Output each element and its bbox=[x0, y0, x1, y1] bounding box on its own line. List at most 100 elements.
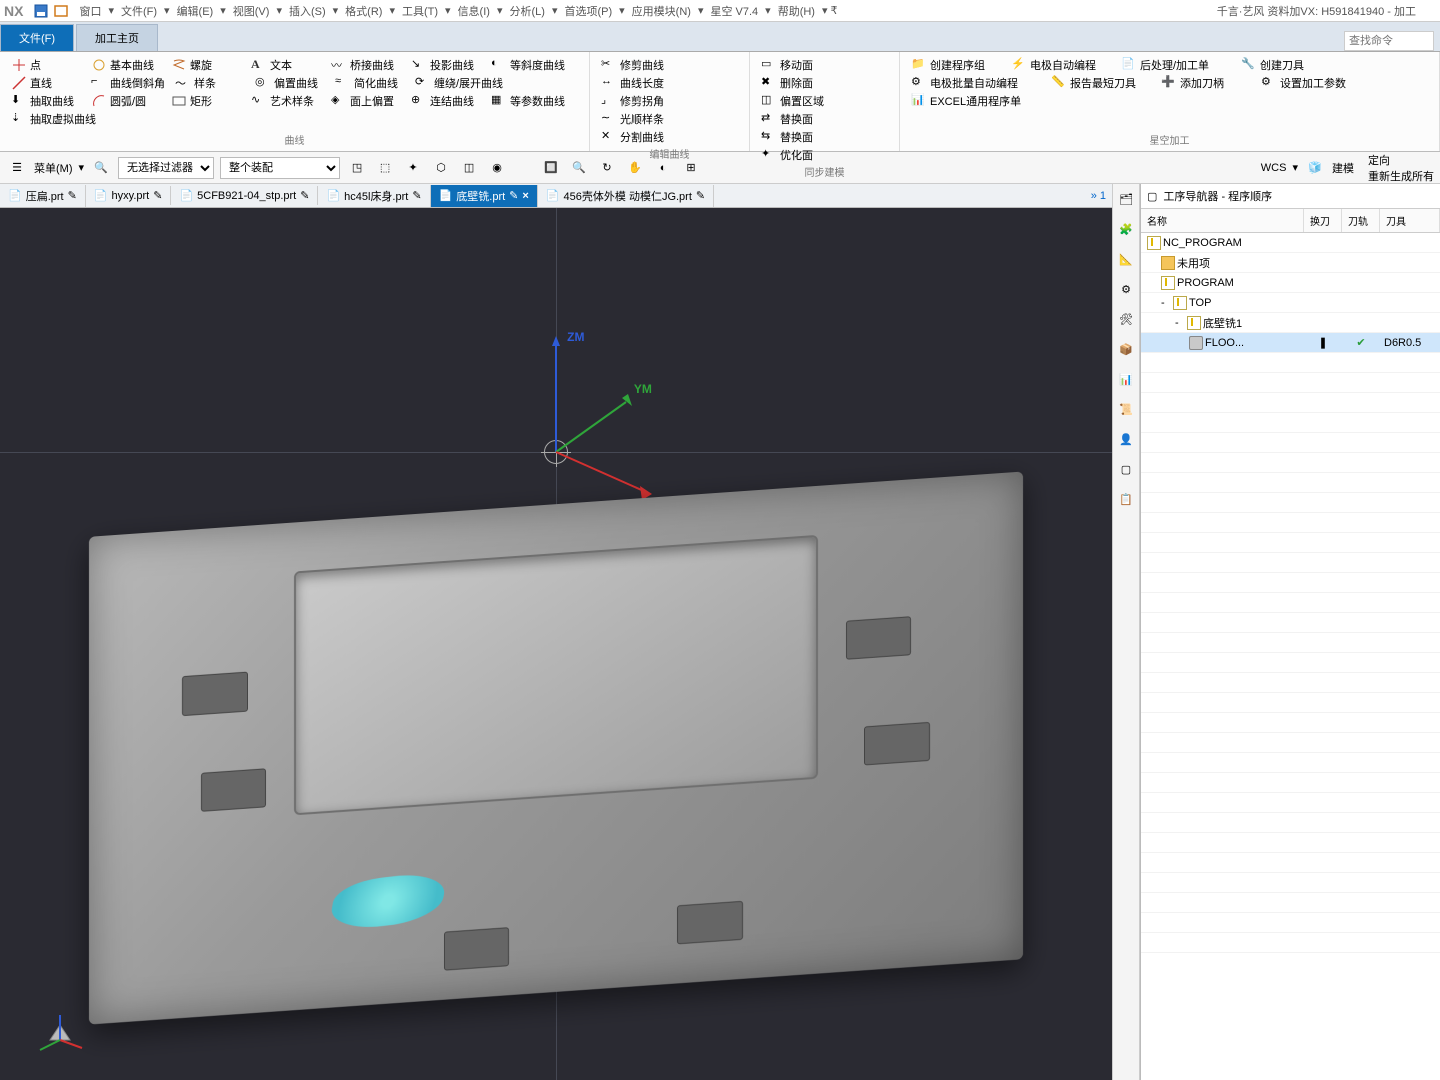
cmd-smooth[interactable]: ∼光顺样条 bbox=[601, 111, 671, 127]
cmd-set-params[interactable]: ⚙设置加工参数 bbox=[1261, 75, 1361, 91]
menu-info[interactable]: 信息(I) bbox=[456, 3, 492, 19]
tree-row[interactable]: NC_PROGRAM bbox=[1141, 233, 1440, 253]
doctab-5[interactable]: 📄456壳体外模 动模仁JG.prt✎ bbox=[538, 185, 714, 207]
menu-edit[interactable]: 编辑(E) bbox=[175, 3, 216, 19]
assembly-scope[interactable]: 整个装配 bbox=[220, 157, 340, 179]
cmd-project[interactable]: ↘投影曲线 bbox=[411, 57, 481, 73]
cmd-create-tool[interactable]: 🔧创建刀具 bbox=[1241, 57, 1331, 73]
col-name[interactable]: 名称 bbox=[1141, 209, 1304, 232]
menu-view[interactable]: 视图(V) bbox=[231, 3, 272, 19]
selection-filter[interactable]: 无选择过滤器 bbox=[118, 157, 214, 179]
build-label[interactable]: 建模 bbox=[1332, 160, 1354, 176]
cmd-excel[interactable]: 📊EXCEL通用程序单 bbox=[911, 93, 1041, 109]
rb-empty[interactable]: ▢ bbox=[1115, 458, 1137, 480]
menu-analysis[interactable]: 分析(L) bbox=[507, 3, 546, 19]
cmd-isoparm[interactable]: ▦等参数曲线 bbox=[491, 93, 565, 109]
doctab-overflow[interactable]: » 1 bbox=[1085, 190, 1112, 202]
view-pan[interactable]: ✋ bbox=[624, 157, 646, 179]
menu-file[interactable]: 文件(F) bbox=[119, 3, 159, 19]
menu-tools[interactable]: 工具(T) bbox=[400, 3, 440, 19]
cmd-divide[interactable]: ✕分割曲线 bbox=[601, 129, 671, 145]
cmd-move-face[interactable]: ▭移动面 bbox=[761, 57, 831, 73]
rb-roles[interactable]: 👤 bbox=[1115, 428, 1137, 450]
cmd-line[interactable]: 直线 bbox=[11, 75, 81, 91]
tab-machining-home[interactable]: 加工主页 bbox=[76, 24, 158, 51]
sel-btn-1[interactable]: ◳ bbox=[346, 157, 368, 179]
cmd-isocline[interactable]: ◐等斜度曲线 bbox=[491, 57, 565, 73]
doctab-3[interactable]: 📄hc45l床身.prt✎ bbox=[318, 185, 430, 207]
cmd-delete-face[interactable]: ✖删除面 bbox=[761, 75, 831, 91]
cmd-point[interactable]: 点 bbox=[11, 57, 81, 73]
cmd-spline[interactable]: 〜样条 bbox=[175, 75, 245, 91]
cmd-basic-curve[interactable]: 基本曲线 bbox=[91, 57, 161, 73]
tree-row[interactable]: FLOO...❚✔D6R0.5 bbox=[1141, 333, 1440, 353]
doctab-1[interactable]: 📄hyxy.prt✎ bbox=[86, 186, 172, 205]
cmd-create-prog[interactable]: 📁创建程序组 bbox=[911, 57, 1001, 73]
cmd-trim-corner[interactable]: ⌟修剪拐角 bbox=[601, 93, 671, 109]
sel-btn-2[interactable]: ⬚ bbox=[374, 157, 396, 179]
rb-machining[interactable]: ⚙ bbox=[1115, 278, 1137, 300]
tree-row[interactable]: 未用项 bbox=[1141, 253, 1440, 273]
build-icon[interactable]: 🧊 bbox=[1304, 157, 1326, 179]
rb-constraint[interactable]: 📐 bbox=[1115, 248, 1137, 270]
cmd-simplify[interactable]: ≈简化曲线 bbox=[335, 75, 405, 91]
rb-history[interactable]: 📜 bbox=[1115, 398, 1137, 420]
regen-label[interactable]: 重新生成所有 bbox=[1368, 168, 1434, 184]
view-zoom[interactable]: 🔍 bbox=[568, 157, 590, 179]
orient-label[interactable]: 定向 bbox=[1368, 152, 1434, 168]
menu-insert[interactable]: 插入(S) bbox=[287, 3, 328, 19]
cmd-electrode-auto[interactable]: ⚡电极自动编程 bbox=[1011, 57, 1111, 73]
rb-part-nav[interactable]: 🗂 bbox=[1115, 188, 1137, 210]
view-fit[interactable]: 🔲 bbox=[540, 157, 562, 179]
cmd-replace2[interactable]: ⇆替换面 bbox=[761, 129, 831, 145]
view-shade[interactable]: ◐ bbox=[652, 157, 674, 179]
cmd-shortest-tool[interactable]: 📏报告最短刀具 bbox=[1051, 75, 1151, 91]
cmd-electrode-batch[interactable]: ⚙电极批量自动编程 bbox=[911, 75, 1041, 91]
menu-label[interactable]: 菜单(M) bbox=[34, 160, 73, 176]
rb-method[interactable]: 📊 bbox=[1115, 368, 1137, 390]
cmd-trim[interactable]: ✂修剪曲线 bbox=[601, 57, 671, 73]
tree-row[interactable]: -TOP bbox=[1141, 293, 1440, 313]
menu-application[interactable]: 应用模块(N) bbox=[630, 3, 693, 19]
cmd-wrap[interactable]: ⟳缠绕/展开曲线 bbox=[415, 75, 503, 91]
rb-tool[interactable]: 🛠 bbox=[1115, 308, 1137, 330]
sel-btn-6[interactable]: ◉ bbox=[486, 157, 508, 179]
cmd-offset[interactable]: ◎偏置曲线 bbox=[255, 75, 325, 91]
nav-pin-icon[interactable]: ▢ bbox=[1147, 190, 1157, 203]
command-search-input[interactable] bbox=[1344, 31, 1434, 51]
cmd-add-holder[interactable]: ➕添加刀柄 bbox=[1161, 75, 1251, 91]
cmd-replace1[interactable]: ⇄替换面 bbox=[761, 111, 831, 127]
tree-row[interactable]: -底壁铣1 bbox=[1141, 313, 1440, 333]
cmd-arc[interactable]: 圆弧/圆 bbox=[91, 93, 161, 109]
cmd-bridge[interactable]: 〰桥接曲线 bbox=[331, 57, 401, 73]
col-tool[interactable]: 刀具 bbox=[1380, 209, 1440, 232]
sel-btn-5[interactable]: ◫ bbox=[458, 157, 480, 179]
menu-pref[interactable]: 首选项(P) bbox=[562, 3, 614, 19]
cmd-postprocess[interactable]: 📄后处理/加工单 bbox=[1121, 57, 1231, 73]
doctab-2[interactable]: 📄5CFB921-04_stp.prt✎ bbox=[171, 186, 318, 205]
doctab-4[interactable]: 📄底壁铣.prt✎× bbox=[431, 185, 538, 207]
menu-button[interactable]: ☰ bbox=[6, 157, 28, 179]
cmd-extract-virtual[interactable]: ⇣抽取虚拟曲线 bbox=[11, 111, 96, 127]
sel-btn-3[interactable]: ✦ bbox=[402, 157, 424, 179]
wcs-label[interactable]: WCS bbox=[1261, 162, 1287, 174]
view-rotate[interactable]: ↻ bbox=[596, 157, 618, 179]
cmd-offset-face[interactable]: ◈面上偏置 bbox=[331, 93, 401, 109]
menu-xingkong[interactable]: 星空 V7.4 bbox=[708, 3, 760, 19]
cmd-join[interactable]: ⊕连结曲线 bbox=[411, 93, 481, 109]
view-wire[interactable]: ⊞ bbox=[680, 157, 702, 179]
col-toolchange[interactable]: 换刀 bbox=[1304, 209, 1342, 232]
filter-icon[interactable]: 🔍 bbox=[90, 157, 112, 179]
tab-file[interactable]: 文件(F) bbox=[0, 24, 74, 51]
sel-btn-4[interactable]: ⬡ bbox=[430, 157, 452, 179]
col-toolpath[interactable]: 刀轨 bbox=[1342, 209, 1380, 232]
save-icon[interactable] bbox=[33, 3, 49, 19]
close-icon[interactable]: × bbox=[522, 190, 528, 202]
cmd-length[interactable]: ↔曲线长度 bbox=[601, 75, 671, 91]
window-icon[interactable] bbox=[53, 3, 69, 19]
cmd-rect[interactable]: 矩形 bbox=[171, 93, 241, 109]
rb-assembly[interactable]: 🧩 bbox=[1115, 218, 1137, 240]
rb-clip[interactable]: 📋 bbox=[1115, 488, 1137, 510]
cmd-extract[interactable]: ⬇抽取曲线 bbox=[11, 93, 81, 109]
rb-geometry[interactable]: 📦 bbox=[1115, 338, 1137, 360]
